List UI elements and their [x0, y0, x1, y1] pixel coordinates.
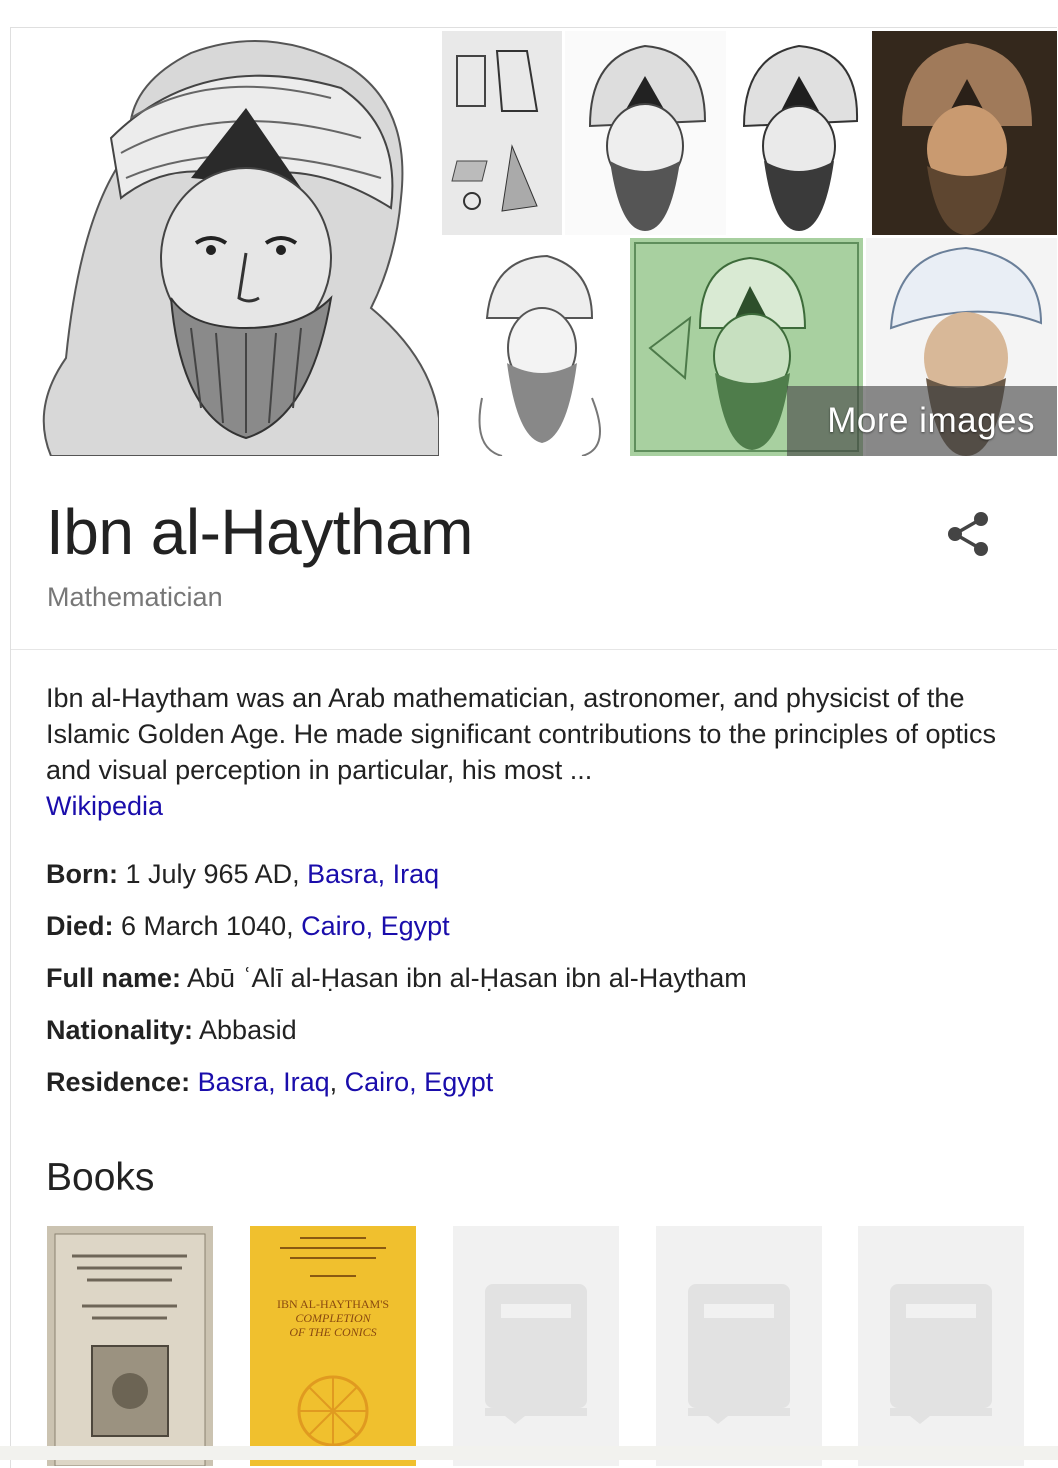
fact-label: Born:: [46, 859, 118, 889]
bottom-edge: [0, 1446, 1058, 1460]
book-cover-line-3: OF THE CONICS: [289, 1325, 376, 1339]
book-cover-placeholder[interactable]: [656, 1226, 822, 1466]
book-icon: [688, 1284, 790, 1424]
fact-label: Full name:: [46, 963, 182, 993]
fact-value: Abbasid: [193, 1015, 297, 1045]
book-cover-yellow[interactable]: IBN AL-HAYTHAM'S COMPLETION OF THE CONIC…: [250, 1226, 416, 1466]
fact-label: Died:: [46, 911, 114, 941]
fact-nationality: Nationality: Abbasid: [46, 1010, 1036, 1062]
main-portrait-image[interactable]: [11, 28, 439, 456]
entity-subtitle: Mathematician: [47, 582, 223, 612]
residence-link-basra[interactable]: Basra, Iraq: [198, 1067, 330, 1097]
book-icon: [890, 1284, 992, 1424]
born-place-link[interactable]: Basra, Iraq: [307, 859, 439, 889]
facts-list: Born: 1 July 965 AD, Basra, Iraq Died: 6…: [46, 854, 1036, 1114]
book-icon: [485, 1284, 587, 1424]
residence-link-cairo[interactable]: Cairo, Egypt: [345, 1067, 494, 1097]
entity-description: Ibn al-Haytham was an Arab mathematician…: [46, 680, 1036, 824]
share-button[interactable]: [941, 506, 997, 562]
book-cover-placeholder[interactable]: [858, 1226, 1024, 1466]
book-cover-placeholder[interactable]: [453, 1226, 619, 1466]
fact-value: Abū ʿAlī al-Ḥasan ibn al-Ḥasan ibn al-Ha…: [181, 963, 747, 993]
section-divider: [11, 649, 1057, 650]
fact-residence: Residence: Basra, Iraq, Cairo, Egypt: [46, 1062, 1036, 1114]
book-cover-latin[interactable]: [47, 1226, 213, 1466]
book-cover-line-2: COMPLETION: [295, 1311, 371, 1325]
wikipedia-link[interactable]: Wikipedia: [46, 791, 163, 821]
camera-obscura-diagram-image[interactable]: [442, 31, 562, 235]
fact-value: 6 March 1040,: [113, 911, 302, 941]
died-place-link[interactable]: Cairo, Egypt: [301, 911, 450, 941]
fact-full-name: Full name: Abū ʿAlī al-Ḥasan ibn al-Ḥasa…: [46, 958, 1036, 1010]
color-portrait-thumbnail[interactable]: [872, 31, 1057, 235]
fact-died: Died: 6 March 1040, Cairo, Egypt: [46, 906, 1036, 958]
sketch-portrait-thumbnail[interactable]: [442, 238, 627, 456]
fact-label: Residence:: [46, 1067, 191, 1097]
fact-born: Born: 1 July 965 AD, Basra, Iraq: [46, 854, 1036, 906]
knowledge-panel: More images Ibn al-Haytham Mathematician…: [10, 27, 1057, 1468]
books-heading: Books: [46, 1156, 155, 1199]
more-images-button[interactable]: More images: [787, 386, 1057, 456]
fact-value: 1 July 965 AD,: [117, 859, 308, 889]
fact-label: Nationality:: [46, 1015, 194, 1045]
portrait-thumbnail-3[interactable]: [729, 31, 869, 235]
description-text: Ibn al-Haytham was an Arab mathematician…: [46, 683, 996, 785]
portrait-thumbnail-2[interactable]: [565, 31, 726, 235]
entity-title: Ibn al-Haytham: [46, 496, 473, 568]
fact-separator: ,: [329, 1067, 345, 1097]
share-icon: [948, 512, 988, 556]
book-cover-line-1: IBN AL-HAYTHAM'S: [277, 1297, 389, 1311]
